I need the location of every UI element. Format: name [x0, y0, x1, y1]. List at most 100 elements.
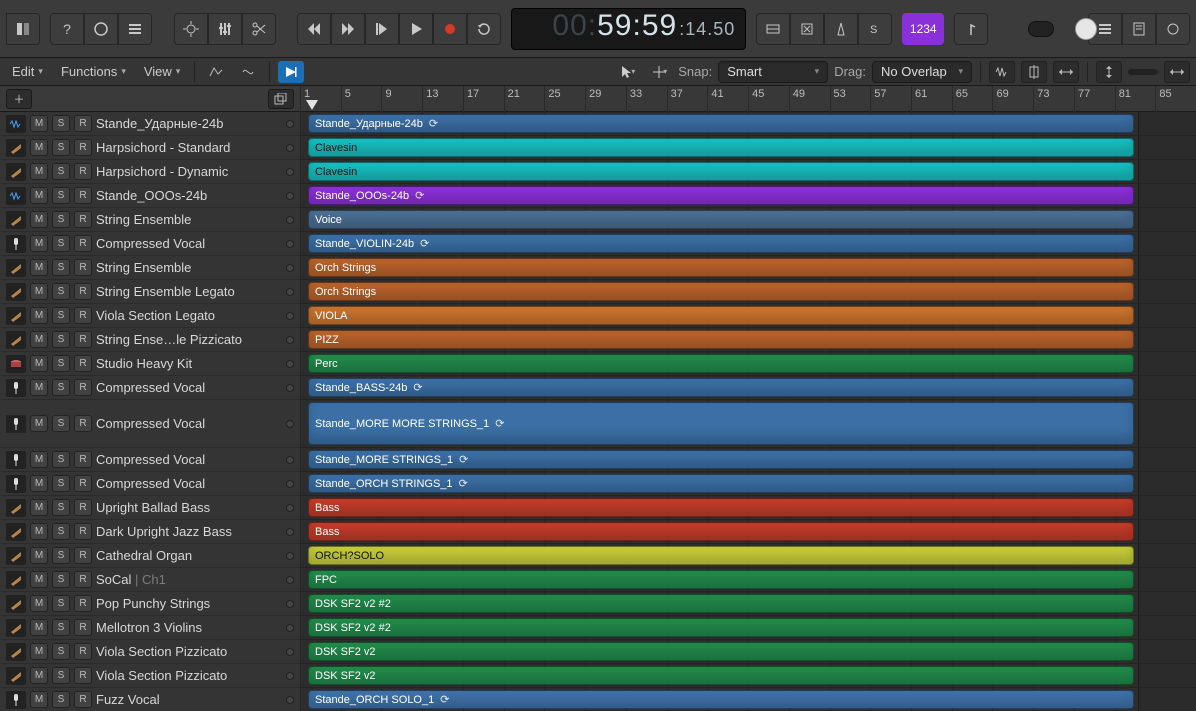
mute-button[interactable]: M [30, 415, 48, 432]
mute-button[interactable]: M [30, 451, 48, 468]
track-color-dot[interactable] [286, 456, 294, 464]
track-name-label[interactable]: Harpsichord - Standard [96, 140, 282, 155]
mute-button[interactable]: M [30, 595, 48, 612]
track-row[interactable]: MSRMellotron 3 Violins [0, 616, 300, 640]
track-name-label[interactable]: Compressed Vocal [96, 416, 282, 431]
arrange-lane[interactable]: Clavesin [300, 136, 1196, 160]
audio-region[interactable]: ORCH?SOLO [308, 546, 1134, 565]
track-color-dot[interactable] [286, 624, 294, 632]
track-row[interactable]: MSRFuzz Vocal [0, 688, 300, 711]
audio-region[interactable]: Stande_Ударные-24b⟳ [308, 114, 1134, 133]
solo-button[interactable]: S [52, 187, 70, 204]
track-name-label[interactable]: Compressed Vocal [96, 236, 282, 251]
play-button[interactable] [399, 13, 433, 45]
arrange-lane[interactable]: Stande_BASS-24b⟳ [300, 376, 1196, 400]
track-color-dot[interactable] [286, 672, 294, 680]
solo-button[interactable]: S [52, 163, 70, 180]
track-row[interactable]: MSRStande_Ударные-24b [0, 112, 300, 136]
track-row[interactable]: MSRDark Upright Jazz Bass [0, 520, 300, 544]
track-color-dot[interactable] [286, 192, 294, 200]
track-name-label[interactable]: Studio Heavy Kit [96, 356, 282, 371]
mute-button[interactable]: M [30, 331, 48, 348]
bar-ruler[interactable]: 1591317212529333741454953576165697377818… [300, 86, 1196, 111]
track-name-label[interactable]: Viola Section Legato [96, 308, 282, 323]
track-color-dot[interactable] [286, 240, 294, 248]
mute-button[interactable]: M [30, 499, 48, 516]
solo-button[interactable]: S [52, 499, 70, 516]
help-button[interactable]: ? [50, 13, 84, 45]
mute-button[interactable]: M [30, 691, 48, 708]
vertical-autozoom-icon[interactable] [1021, 61, 1047, 83]
track-row[interactable]: MSRCompressed Vocal [0, 376, 300, 400]
drag-dropdown[interactable]: No Overlap ▾ [872, 61, 972, 83]
track-row[interactable]: MSRViola Section Legato [0, 304, 300, 328]
mute-button[interactable]: M [30, 547, 48, 564]
new-track-button[interactable]: ＋ [6, 89, 32, 109]
tempo-button[interactable] [824, 13, 858, 45]
track-color-dot[interactable] [286, 360, 294, 368]
input-button[interactable]: R [74, 379, 92, 396]
solo-button[interactable]: S [52, 571, 70, 588]
forward-button[interactable] [331, 13, 365, 45]
track-name-label[interactable]: String Ensemble [96, 212, 282, 227]
track-color-dot[interactable] [286, 384, 294, 392]
track-name-label[interactable]: Mellotron 3 Violins [96, 620, 282, 635]
audio-region[interactable]: Perc [308, 354, 1134, 373]
count-in-button[interactable]: 1234 [902, 13, 944, 45]
arrange-lane[interactable]: DSK SF2 v2 [300, 664, 1196, 688]
track-name-label[interactable]: Viola Section Pizzicato [96, 668, 282, 683]
track-color-dot[interactable] [286, 312, 294, 320]
audio-region[interactable]: DSK SF2 v2 [308, 642, 1134, 661]
arrange-lane[interactable]: Orch Strings [300, 256, 1196, 280]
audio-region[interactable]: Orch Strings [308, 258, 1134, 277]
audio-region[interactable]: Stande_MORE STRINGS_1⟳ [308, 450, 1134, 469]
solo-button[interactable]: S [52, 475, 70, 492]
arrange-lane[interactable]: FPC [300, 568, 1196, 592]
solo-button[interactable]: S [52, 691, 70, 708]
input-button[interactable]: R [74, 187, 92, 204]
audio-region[interactable]: Stande_MORE MORE STRINGS_1⟳ [308, 402, 1134, 445]
input-button[interactable]: R [74, 163, 92, 180]
track-color-dot[interactable] [286, 696, 294, 704]
audio-region[interactable]: Clavesin [308, 162, 1134, 181]
mute-button[interactable]: M [30, 211, 48, 228]
arrange-lane[interactable]: Stande_OOOs-24b⟳ [300, 184, 1196, 208]
track-color-dot[interactable] [286, 504, 294, 512]
stop-go-to-start-button[interactable] [365, 13, 399, 45]
track-row[interactable]: MSRCompressed Vocal [0, 448, 300, 472]
mute-button[interactable]: M [30, 259, 48, 276]
mixer-icon[interactable] [208, 13, 242, 45]
track-row[interactable]: MSRPop Punchy Strings [0, 592, 300, 616]
solo-button[interactable]: S [52, 643, 70, 660]
solo-button[interactable]: S [52, 379, 70, 396]
mute-button[interactable]: M [30, 571, 48, 588]
loop-browser-button[interactable] [1156, 13, 1190, 45]
solo-button[interactable]: S [52, 523, 70, 540]
arrange-lane[interactable]: Stande_Ударные-24b⟳ [300, 112, 1196, 136]
solo-button[interactable]: S [52, 115, 70, 132]
track-color-dot[interactable] [286, 420, 294, 428]
track-row[interactable]: MSRStudio Heavy Kit [0, 352, 300, 376]
mute-button[interactable]: M [30, 523, 48, 540]
track-color-dot[interactable] [286, 480, 294, 488]
master-volume-slider[interactable] [1028, 21, 1054, 37]
input-button[interactable]: R [74, 475, 92, 492]
track-row[interactable]: MSRHarpsichord - Standard [0, 136, 300, 160]
track-color-dot[interactable] [286, 288, 294, 296]
cycle-button[interactable] [467, 13, 501, 45]
mute-button[interactable]: M [30, 139, 48, 156]
arrange-lane[interactable]: Orch Strings [300, 280, 1196, 304]
audio-region[interactable]: Orch Strings [308, 282, 1134, 301]
input-button[interactable]: R [74, 331, 92, 348]
solo-button[interactable]: S [52, 667, 70, 684]
input-button[interactable]: R [74, 619, 92, 636]
track-color-dot[interactable] [286, 120, 294, 128]
track-row[interactable]: MSRUpright Ballad Bass [0, 496, 300, 520]
arrange-lane[interactable]: Bass [300, 520, 1196, 544]
mute-button[interactable]: M [30, 187, 48, 204]
track-row[interactable]: MSRString Ensemble [0, 256, 300, 280]
track-name-label[interactable]: Dark Upright Jazz Bass [96, 524, 282, 539]
audio-region[interactable]: Stande_VIOLIN-24b⟳ [308, 234, 1134, 253]
input-button[interactable]: R [74, 499, 92, 516]
notepad-button[interactable] [1122, 13, 1156, 45]
